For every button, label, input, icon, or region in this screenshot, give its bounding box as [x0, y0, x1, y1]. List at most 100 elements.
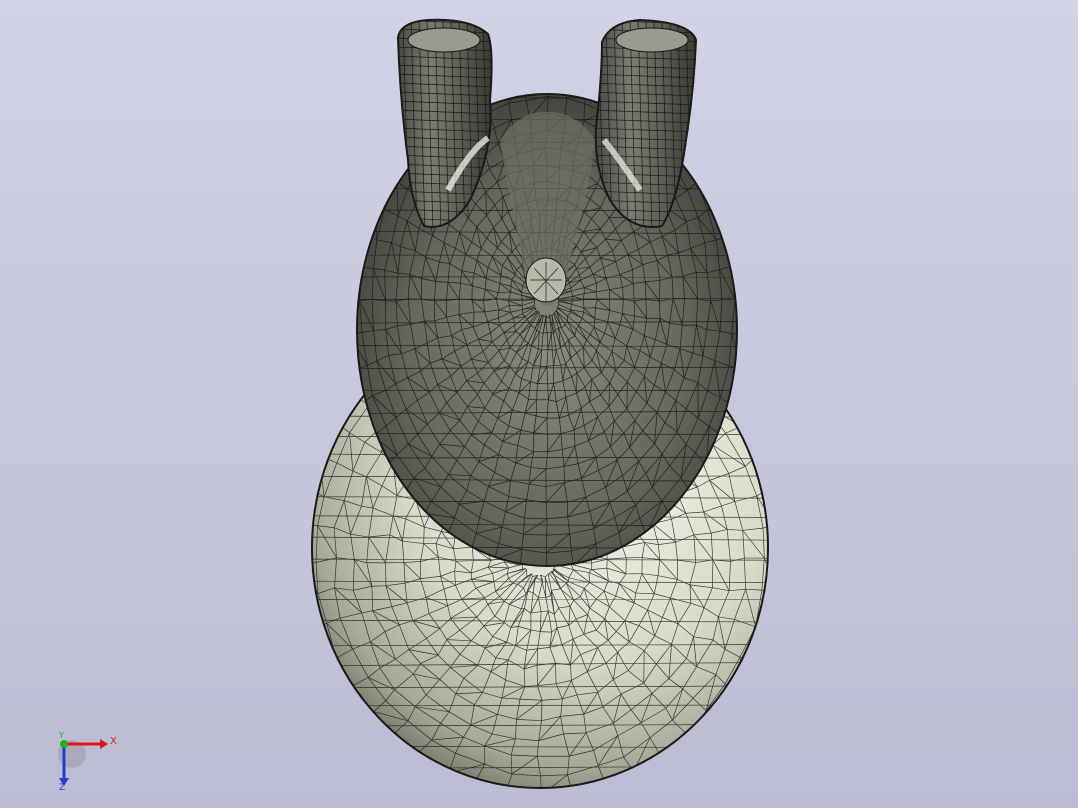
mesh-edge [575, 797, 610, 805]
mesh-edge [697, 174, 709, 183]
mesh-edge [732, 197, 737, 230]
mesh-edge [777, 560, 779, 594]
mesh-edge [574, 32, 599, 40]
mesh-edge [688, 736, 696, 748]
mesh-edge [320, 657, 337, 662]
mesh-edge [357, 263, 363, 268]
mesh-edge [660, 756, 672, 768]
mesh-edge [591, 56, 596, 73]
mesh-edge [696, 144, 709, 175]
mesh-edge [362, 197, 376, 205]
mesh-edge [373, 164, 385, 173]
mesh-edge [502, 65, 525, 70]
mesh-edge [734, 298, 737, 300]
mesh-edge [546, 48, 547, 63]
mesh-edge [718, 197, 734, 204]
mesh-edge [609, 785, 638, 788]
mesh-edge [357, 298, 360, 301]
mesh-edge [520, 31, 548, 33]
mesh-edge [548, 31, 574, 32]
mesh-edge [362, 165, 375, 198]
mesh-edge [633, 771, 638, 786]
mesh-edge [366, 204, 376, 234]
mesh-edge [525, 63, 546, 66]
model-view[interactable] [0, 0, 1078, 808]
mesh-edge [312, 631, 321, 662]
mesh-edge [346, 263, 350, 298]
mesh-edge [504, 791, 506, 808]
mesh-edge [572, 32, 574, 49]
mesh-edge [746, 300, 748, 335]
mesh-edge [474, 791, 507, 800]
mesh-edge [299, 563, 303, 597]
graphics-viewport[interactable]: X Y Z [0, 0, 1078, 808]
mesh-edge [708, 165, 720, 175]
x-axis-head [100, 739, 108, 749]
mesh-edge [302, 489, 310, 526]
mesh-edge [502, 71, 504, 88]
mesh-edge [769, 488, 775, 525]
mesh-edge [569, 49, 572, 65]
mesh-edge [500, 33, 521, 56]
mesh-edge [731, 264, 737, 267]
mesh-edge [718, 202, 730, 236]
mesh-edge [547, 31, 548, 47]
mesh-edge [496, 41, 500, 57]
mesh-edge [541, 792, 572, 795]
mesh-edge [299, 526, 302, 563]
mesh-edge [312, 596, 313, 632]
z-axis-label: Z [59, 783, 65, 792]
mesh-edge [496, 33, 521, 40]
mesh-edge [685, 144, 697, 158]
mesh-edge [525, 48, 548, 66]
mesh-edge [386, 135, 399, 145]
mesh-edge [355, 724, 383, 748]
mesh-edge [312, 455, 320, 489]
mesh-edge [357, 230, 363, 268]
mesh-edge [409, 768, 442, 787]
mesh-edge [357, 197, 364, 231]
mesh-edge [384, 172, 398, 183]
mesh-edge [636, 767, 672, 787]
mesh-edge [523, 49, 525, 65]
mesh-edge [441, 785, 474, 788]
mesh-edge [383, 144, 399, 173]
mesh-edge [346, 299, 349, 334]
mesh-edge [350, 230, 354, 263]
mesh-edge [357, 229, 367, 234]
mesh-edge [755, 626, 768, 633]
mesh-edge [728, 229, 737, 236]
mesh-edge [775, 524, 777, 560]
mesh-edge [696, 136, 706, 146]
mesh-edge [574, 782, 606, 788]
mesh-edge [718, 697, 745, 726]
x-axis-label: X [110, 736, 117, 747]
mesh-edge [705, 710, 719, 726]
coordinate-triad: X Y Z [58, 731, 117, 792]
mesh-edge [382, 747, 418, 755]
mesh-edge [382, 747, 410, 770]
mesh-edge [671, 746, 696, 768]
mesh-edge [546, 63, 547, 82]
mesh-edge [572, 49, 596, 56]
mesh-edge [741, 229, 744, 264]
mesh-edge [523, 48, 547, 49]
mesh-edge [339, 687, 350, 696]
mesh-edge [349, 334, 355, 370]
mesh-edge [767, 593, 768, 633]
mesh-edge [696, 144, 720, 167]
mesh-edge [724, 683, 745, 698]
mesh-edge [339, 694, 357, 725]
mesh-edge [546, 63, 569, 65]
mesh-edge [473, 780, 477, 788]
mesh-edge [741, 335, 746, 369]
mesh-edge [540, 795, 541, 808]
mesh-edge [547, 48, 572, 49]
mesh-edge [382, 735, 392, 748]
mesh-edge [758, 631, 768, 662]
mesh-edge [568, 65, 569, 82]
mesh-edge [744, 661, 760, 698]
mesh-edge [500, 57, 502, 71]
mesh-edge [500, 49, 523, 57]
mesh-edge [569, 65, 591, 73]
